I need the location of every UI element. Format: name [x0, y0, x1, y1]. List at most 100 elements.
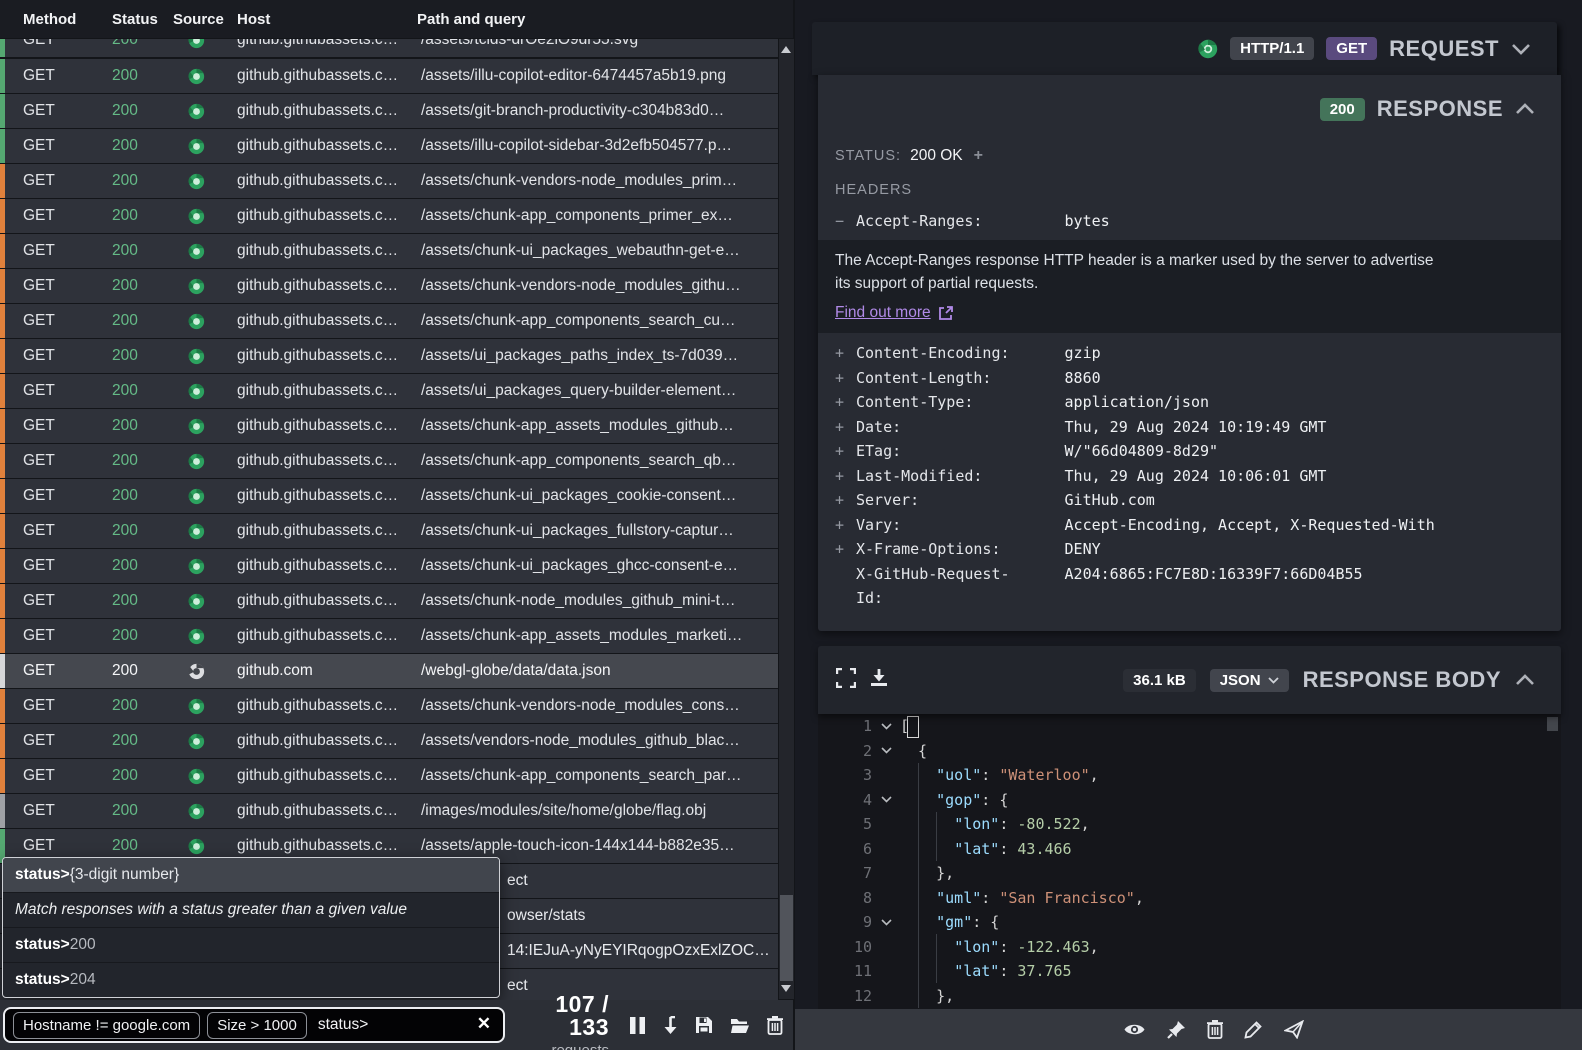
- table-row[interactable]: GET 200 github.githubassets.c… /assets/c…: [0, 549, 778, 583]
- table-row[interactable]: GET 200 github.githubassets.c… /assets/c…: [0, 234, 778, 268]
- table-row[interactable]: GET 200 github.githubassets.c… /assets/v…: [0, 724, 778, 758]
- fold-toggle: [872, 935, 900, 960]
- suggestion-status-gt[interactable]: status>{3-digit number}: [3, 858, 499, 893]
- table-row[interactable]: GET 200 github.githubassets.c… /images/m…: [0, 794, 778, 828]
- header-value: GitHub.com: [1065, 488, 1155, 513]
- expand-header-icon[interactable]: +: [835, 390, 856, 415]
- chevron-up-icon[interactable]: [1515, 674, 1535, 686]
- table-row[interactable]: GET 200 github.githubassets.c… /assets/c…: [0, 304, 778, 338]
- header-row[interactable]: + Content-Length: 8860: [818, 366, 1561, 391]
- expand-header-icon[interactable]: +: [835, 366, 856, 391]
- table-row[interactable]: GET 200 github.githubassets.c… /assets/c…: [0, 269, 778, 303]
- chrome-source-icon: [188, 39, 205, 49]
- fold-toggle: [872, 984, 900, 1009]
- editor-scrollbar-thumb[interactable]: [1547, 717, 1558, 731]
- edit-button[interactable]: [1244, 1020, 1263, 1039]
- header-row[interactable]: + Date: Thu, 29 Aug 2024 10:19:49 GMT: [818, 415, 1561, 440]
- save-button[interactable]: [695, 1016, 713, 1034]
- path-cell: /assets/apple-touch-icon-144x144-b882e35…: [421, 837, 778, 855]
- delete-button[interactable]: [1207, 1020, 1223, 1039]
- header-row[interactable]: + Content-Encoding: gzip: [818, 341, 1561, 366]
- collapse-header-icon[interactable]: −: [835, 209, 856, 234]
- send-button[interactable]: [1284, 1020, 1304, 1039]
- view-button[interactable]: [1123, 1021, 1146, 1038]
- table-row[interactable]: GET 200 github.githubassets.c… /assets/c…: [0, 444, 778, 478]
- header-row[interactable]: + Vary: Accept-Encoding, Accept, X-Reque…: [818, 513, 1561, 538]
- expand-header-icon[interactable]: +: [835, 464, 856, 489]
- table-row[interactable]: GET 200 github.githubassets.c… /assets/i…: [0, 129, 778, 163]
- fold-chevron-icon[interactable]: [881, 747, 892, 754]
- filter-chip[interactable]: Size > 1000: [207, 1012, 307, 1039]
- table-row[interactable]: GET 200 github.githubassets.c… /assets/t…: [0, 39, 778, 57]
- scroll-down-arrow-icon[interactable]: [781, 985, 791, 992]
- scroll-up-arrow-icon[interactable]: [781, 46, 791, 53]
- filter-input-box[interactable]: Hostname != google.com Size > 1000 status…: [3, 1007, 505, 1043]
- host-cell: github.githubassets.c…: [237, 347, 421, 365]
- table-row[interactable]: GET 200 github.githubassets.c… /assets/c…: [0, 584, 778, 618]
- suggestion-option[interactable]: status>204: [3, 963, 499, 997]
- pin-button[interactable]: [1167, 1020, 1186, 1039]
- pause-button[interactable]: [629, 1016, 646, 1035]
- add-status-icon[interactable]: +: [974, 147, 983, 165]
- clear-all-button[interactable]: [767, 1016, 783, 1035]
- fold-chevron-icon[interactable]: [881, 796, 892, 803]
- scrollbar-thumb[interactable]: [780, 895, 793, 981]
- header-row[interactable]: + Last-Modified: Thu, 29 Aug 2024 10:06:…: [818, 464, 1561, 489]
- expand-header-icon[interactable]: +: [835, 488, 856, 513]
- response-body-section-header[interactable]: 36.1 kB JSON RESPONSE BODY: [818, 646, 1561, 714]
- fold-toggle[interactable]: [872, 739, 900, 764]
- list-scrollbar[interactable]: [779, 39, 794, 999]
- table-row[interactable]: GET 200 github.githubassets.c… /assets/c…: [0, 759, 778, 793]
- request-section-header[interactable]: HTTP/1.1 GET REQUEST: [812, 22, 1557, 75]
- find-out-more-link[interactable]: Find out more: [835, 304, 1446, 322]
- suggestion-option[interactable]: status>200: [3, 928, 499, 963]
- table-row[interactable]: GET 200 github.githubassets.c… /assets/c…: [0, 514, 778, 548]
- find-out-more-label[interactable]: Find out more: [835, 304, 931, 322]
- jump-to-end-button[interactable]: [663, 1016, 678, 1035]
- header-row[interactable]: + X-Frame-Options: DENY: [818, 537, 1561, 562]
- fold-chevron-icon[interactable]: [881, 919, 892, 926]
- response-body-editor[interactable]: 1 [2 {3 "uol": "Waterloo",4 "gop": {5 "l…: [818, 714, 1561, 1009]
- fold-toggle[interactable]: [872, 910, 900, 935]
- status-cell: 200: [112, 802, 188, 820]
- filter-input-text[interactable]: status>: [318, 1016, 368, 1034]
- header-row[interactable]: + ETag: W/"66d04809-8d29": [818, 439, 1561, 464]
- table-row[interactable]: GET 200 github.githubassets.c… /assets/c…: [0, 619, 778, 653]
- expand-header-icon[interactable]: +: [835, 341, 856, 366]
- table-row[interactable]: GET 200 github.githubassets.c… /assets/u…: [0, 339, 778, 373]
- fold-toggle[interactable]: [872, 714, 900, 739]
- table-row[interactable]: GET 200 github.githubassets.c… /assets/u…: [0, 374, 778, 408]
- expand-header-icon[interactable]: +: [835, 537, 856, 562]
- table-row[interactable]: GET 200 github.githubassets.c… /assets/c…: [0, 689, 778, 723]
- header-row[interactable]: + Server: GitHub.com: [818, 488, 1561, 513]
- expand-body-button[interactable]: [836, 668, 856, 693]
- chrome-source-icon: [188, 243, 205, 260]
- header-row[interactable]: X-GitHub-Request-Id: A204:6865:FC7E8D:16…: [818, 562, 1561, 611]
- table-row[interactable]: GET 200 github.githubassets.c… /assets/i…: [0, 59, 778, 93]
- table-row[interactable]: GET 200 github.com /webgl-globe/data/dat…: [0, 654, 778, 688]
- expand-header-icon[interactable]: +: [835, 415, 856, 440]
- chevron-down-icon[interactable]: [1511, 43, 1531, 55]
- fold-chevron-icon[interactable]: [881, 723, 892, 730]
- status-cell: 200: [112, 277, 188, 295]
- table-row[interactable]: GET 200 github.githubassets.c… /assets/c…: [0, 479, 778, 513]
- clear-filters-icon[interactable]: ✕: [477, 1014, 491, 1034]
- body-format-select[interactable]: JSON: [1210, 669, 1289, 692]
- table-row[interactable]: GET 200 github.githubassets.c… /assets/c…: [0, 164, 778, 198]
- path-cell: /images/modules/site/home/globe/flag.obj: [421, 802, 778, 820]
- header-row-expanded[interactable]: − Accept-Ranges: bytes: [818, 209, 1561, 234]
- chevron-up-icon[interactable]: [1515, 103, 1535, 115]
- fold-toggle[interactable]: [872, 788, 900, 813]
- download-body-button[interactable]: [870, 668, 888, 692]
- header-row[interactable]: + Content-Type: application/json: [818, 390, 1561, 415]
- filter-chip[interactable]: Hostname != google.com: [13, 1012, 200, 1039]
- table-row[interactable]: GET 200 github.githubassets.c… /assets/c…: [0, 199, 778, 233]
- expand-header-icon[interactable]: +: [835, 513, 856, 538]
- open-folder-button[interactable]: [730, 1017, 750, 1034]
- status-label: STATUS:: [835, 148, 901, 164]
- table-row[interactable]: GET 200 github.githubassets.c… /assets/g…: [0, 94, 778, 128]
- response-section-header[interactable]: 200 RESPONSE: [818, 75, 1561, 122]
- header-value: A204:6865:FC7E8D:16339F7:66D04B55: [1065, 562, 1363, 587]
- expand-header-icon[interactable]: +: [835, 439, 856, 464]
- table-row[interactable]: GET 200 github.githubassets.c… /assets/c…: [0, 409, 778, 443]
